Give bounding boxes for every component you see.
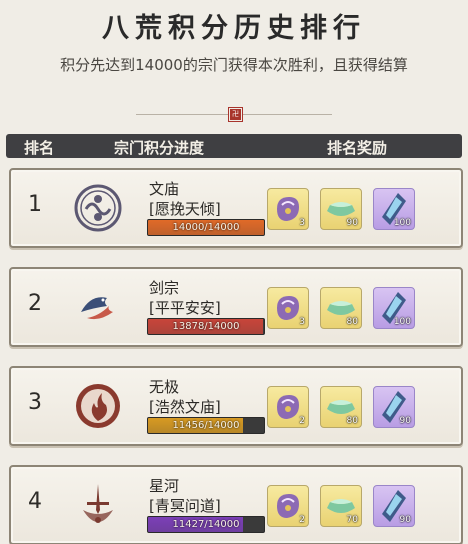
player-name: [愿挽天倾] — [149, 200, 221, 218]
ranking-list[interactable]: 1 文庙 [愿挽天倾] 14000/14000 3 90 100 2 剑宗 [平… — [0, 162, 468, 544]
reward-quantity: 3 — [299, 317, 305, 327]
reward-quantity: 100 — [393, 317, 411, 327]
ranking-row: 4 星河 [青冥问道] 11427/14000 2 70 90 — [9, 465, 463, 544]
progress-bar: 11427/14000 — [147, 516, 265, 533]
reward-item[interactable]: 80 — [320, 386, 362, 428]
sect-name: 文庙 — [149, 180, 180, 198]
reward-item[interactable]: 80 — [320, 287, 362, 329]
sect-name: 无极 — [149, 378, 180, 396]
reward-item[interactable]: 3 — [267, 287, 309, 329]
reward-quantity: 80 — [346, 416, 358, 426]
player-name: [浩然文庙] — [149, 398, 221, 416]
progress-bar: 11456/14000 — [147, 417, 265, 434]
player-name: [平平安安] — [149, 299, 221, 317]
progress-text: 11456/14000 — [172, 420, 240, 431]
page-title: 八荒积分历史排行 — [102, 13, 366, 44]
ranking-row: 1 文庙 [愿挽天倾] 14000/14000 3 90 100 — [9, 168, 463, 248]
progress-text: 11427/14000 — [172, 519, 240, 530]
rank-number: 1 — [28, 192, 42, 217]
reward-quantity: 2 — [299, 416, 305, 426]
reward-quantity: 70 — [346, 515, 358, 525]
sect-name: 剑宗 — [149, 279, 180, 297]
header-rank: 排名 — [24, 139, 55, 157]
reward-item[interactable]: 70 — [320, 485, 362, 527]
reward-item[interactable]: 90 — [373, 386, 415, 428]
sect-name: 星河 — [149, 477, 180, 495]
reward-quantity: 90 — [399, 515, 411, 525]
reward-quantity: 2 — [299, 515, 305, 525]
header-progress: 宗门积分进度 — [114, 139, 205, 157]
rank-number: 2 — [28, 291, 42, 316]
reward-quantity: 3 — [299, 218, 305, 228]
reward-item[interactable]: 100 — [373, 287, 415, 329]
swirl-cloud-emblem-icon — [73, 183, 123, 233]
reward-item[interactable]: 3 — [267, 188, 309, 230]
reward-item[interactable]: 2 — [267, 485, 309, 527]
reward-quantity: 80 — [346, 317, 358, 327]
koi-fish-emblem-icon — [73, 282, 123, 332]
reward-item[interactable]: 100 — [373, 188, 415, 230]
reward-quantity: 90 — [399, 416, 411, 426]
rank-number: 3 — [28, 390, 42, 415]
progress-text: 13878/14000 — [172, 321, 240, 332]
progress-text: 14000/14000 — [172, 222, 240, 233]
progress-bar: 14000/14000 — [147, 219, 265, 236]
divider-seal-icon: 卍 — [229, 108, 242, 121]
ranking-row: 3 无极 [浩然文庙] 11456/14000 2 80 90 — [9, 366, 463, 446]
progress-bar: 13878/14000 — [147, 318, 265, 335]
reward-item[interactable]: 90 — [373, 485, 415, 527]
rank-number: 4 — [28, 489, 42, 514]
player-name: [青冥问道] — [149, 497, 221, 515]
table-header: 排名 宗门积分进度 排名奖励 — [6, 134, 462, 158]
flame-ring-emblem-icon — [73, 381, 123, 431]
header-reward: 排名奖励 — [327, 139, 388, 157]
page-subtitle: 积分先达到14000的宗门获得本次胜利，且获得结算 — [60, 56, 408, 74]
sword-star-emblem-icon — [73, 480, 123, 530]
reward-quantity: 100 — [393, 218, 411, 228]
ranking-row: 2 剑宗 [平平安安] 13878/14000 3 80 100 — [9, 267, 463, 347]
reward-item[interactable]: 2 — [267, 386, 309, 428]
reward-quantity: 90 — [346, 218, 358, 228]
reward-item[interactable]: 90 — [320, 188, 362, 230]
